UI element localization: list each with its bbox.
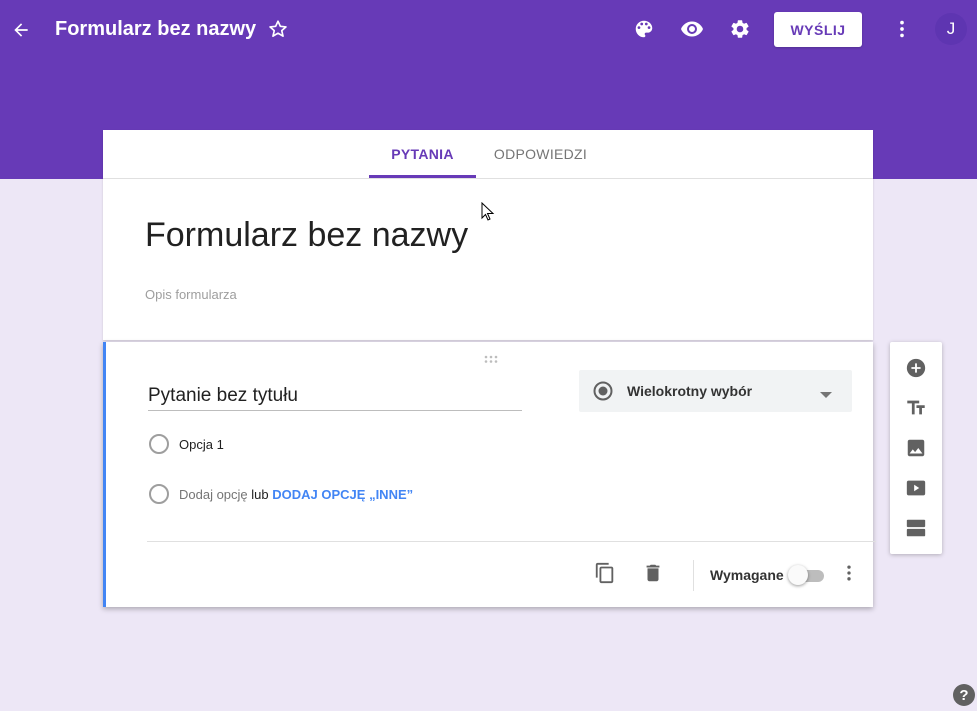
active-tab-indicator bbox=[369, 175, 476, 178]
add-option-row: Dodaj opcję lub DODAJ OPCJĘ „INNE” bbox=[179, 487, 413, 502]
app-toolbar: Formularz bez nazwy WYŚLIJ J bbox=[0, 0, 977, 58]
or-text: lub bbox=[251, 487, 269, 502]
required-toggle[interactable] bbox=[788, 564, 826, 586]
title-text-icon[interactable] bbox=[904, 396, 928, 420]
duplicate-icon[interactable] bbox=[593, 561, 617, 585]
question-type-dropdown[interactable]: Wielokrotny wybór bbox=[579, 370, 852, 412]
add-option-radio bbox=[149, 484, 169, 504]
form-description-field[interactable]: Opis formularza bbox=[145, 287, 237, 302]
footer-separator bbox=[693, 560, 694, 591]
drag-handle-icon[interactable] bbox=[483, 350, 499, 363]
preview-eye-icon[interactable] bbox=[680, 17, 704, 41]
mouse-cursor-icon bbox=[481, 201, 495, 227]
more-vert-icon[interactable] bbox=[890, 17, 914, 41]
image-icon[interactable] bbox=[904, 436, 928, 460]
form-header-card: PYTANIA ODPOWIEDZI Formularz bez nazwy O… bbox=[103, 130, 873, 340]
option-label[interactable]: Opcja 1 bbox=[179, 437, 224, 452]
star-icon[interactable] bbox=[266, 17, 290, 41]
form-title[interactable]: Formularz bez nazwy bbox=[145, 216, 468, 255]
help-icon[interactable]: ? bbox=[953, 684, 975, 706]
question-card[interactable]: Pytanie bez tytułu Wielokrotny wybór Opc… bbox=[103, 342, 876, 607]
more-vert-icon[interactable] bbox=[837, 561, 861, 585]
app-title[interactable]: Formularz bez nazwy bbox=[55, 18, 256, 41]
radio-button-icon bbox=[593, 381, 613, 401]
option-radio bbox=[149, 434, 169, 454]
question-footer-divider bbox=[147, 541, 876, 542]
dropdown-arrow-icon bbox=[819, 386, 833, 404]
add-question-icon[interactable] bbox=[904, 356, 928, 380]
question-title-input[interactable]: Pytanie bez tytułu bbox=[148, 385, 522, 411]
send-button[interactable]: WYŚLIJ bbox=[774, 12, 862, 47]
tab-responses[interactable]: ODPOWIEDZI bbox=[484, 130, 597, 178]
back-arrow-icon[interactable] bbox=[8, 17, 34, 43]
trash-icon[interactable] bbox=[641, 561, 665, 585]
video-icon[interactable] bbox=[904, 476, 928, 500]
tab-bar: PYTANIA ODPOWIEDZI bbox=[103, 130, 873, 179]
add-option-link[interactable]: Dodaj opcję bbox=[179, 487, 248, 502]
gear-icon[interactable] bbox=[728, 17, 752, 41]
tab-questions[interactable]: PYTANIA bbox=[369, 130, 476, 178]
toggle-knob bbox=[788, 565, 808, 585]
palette-icon[interactable] bbox=[632, 17, 656, 41]
question-type-label: Wielokrotny wybór bbox=[627, 383, 753, 399]
side-toolbar bbox=[890, 342, 942, 554]
section-icon[interactable] bbox=[904, 516, 928, 540]
required-label: Wymagane bbox=[710, 567, 784, 583]
avatar[interactable]: J bbox=[935, 13, 967, 45]
add-other-option-link[interactable]: DODAJ OPCJĘ „INNE” bbox=[272, 487, 413, 502]
